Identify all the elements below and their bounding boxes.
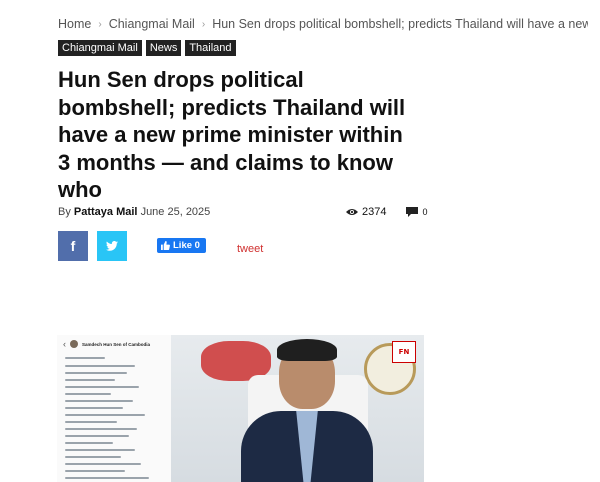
twitter-icon — [106, 241, 118, 251]
avatar — [70, 340, 78, 348]
tweet-link[interactable]: tweet — [237, 243, 263, 255]
chevron-right-icon: › — [201, 18, 206, 30]
byline-prefix: By — [58, 206, 71, 218]
facebook-share-button[interactable]: f — [58, 231, 88, 261]
like-label: Like 0 — [173, 240, 200, 251]
phone-page-name: Samdech Hun Sen of Cambodia — [82, 341, 151, 347]
article-meta: By Pattaya Mail June 25, 2025 — [58, 206, 210, 218]
article-title: Hun Sen drops political bombshell; predi… — [58, 67, 406, 202]
comments-count[interactable]: 0 — [406, 207, 428, 217]
photo-scene: FN — [171, 335, 424, 482]
twitter-share-button[interactable] — [97, 231, 127, 261]
tag-chiangmai-mail[interactable]: Chiangmai Mail — [58, 40, 142, 56]
breadcrumb-category[interactable]: Chiangmai Mail — [109, 17, 195, 31]
thumbs-up-icon — [161, 241, 170, 250]
breadcrumb-home[interactable]: Home — [58, 17, 91, 31]
breadcrumb-current: Hun Sen drops political bombshell; predi… — [212, 17, 588, 31]
chevron-right-icon: › — [98, 18, 102, 30]
article-stats: 2374 0 — [346, 206, 428, 218]
tag-news[interactable]: News — [145, 40, 182, 56]
eye-icon — [346, 209, 358, 215]
facebook-like-button[interactable]: Like 0 — [157, 238, 206, 253]
breadcrumb: Home › Chiangmai Mail › Hun Sen drops po… — [58, 17, 588, 31]
phone-screenshot: ‹ Samdech Hun Sen of Cambodia — [57, 335, 172, 482]
views-count: 2374 — [346, 206, 386, 218]
author-link[interactable]: Pattaya Mail — [74, 206, 138, 218]
views-value: 2374 — [362, 206, 387, 218]
news-logo-badge: FN — [392, 341, 416, 363]
featured-image: ‹ Samdech Hun Sen of Cambodia FN — [57, 335, 424, 482]
comment-icon — [406, 207, 419, 217]
publish-date: June 25, 2025 — [140, 206, 211, 218]
person-hair — [277, 339, 337, 361]
back-arrow-icon: ‹ — [63, 339, 66, 349]
facebook-icon: f — [70, 238, 76, 254]
tag-thailand[interactable]: Thailand — [185, 40, 236, 56]
category-tags: Chiangmai Mail News Thailand — [58, 40, 236, 56]
comments-value: 0 — [422, 207, 428, 217]
